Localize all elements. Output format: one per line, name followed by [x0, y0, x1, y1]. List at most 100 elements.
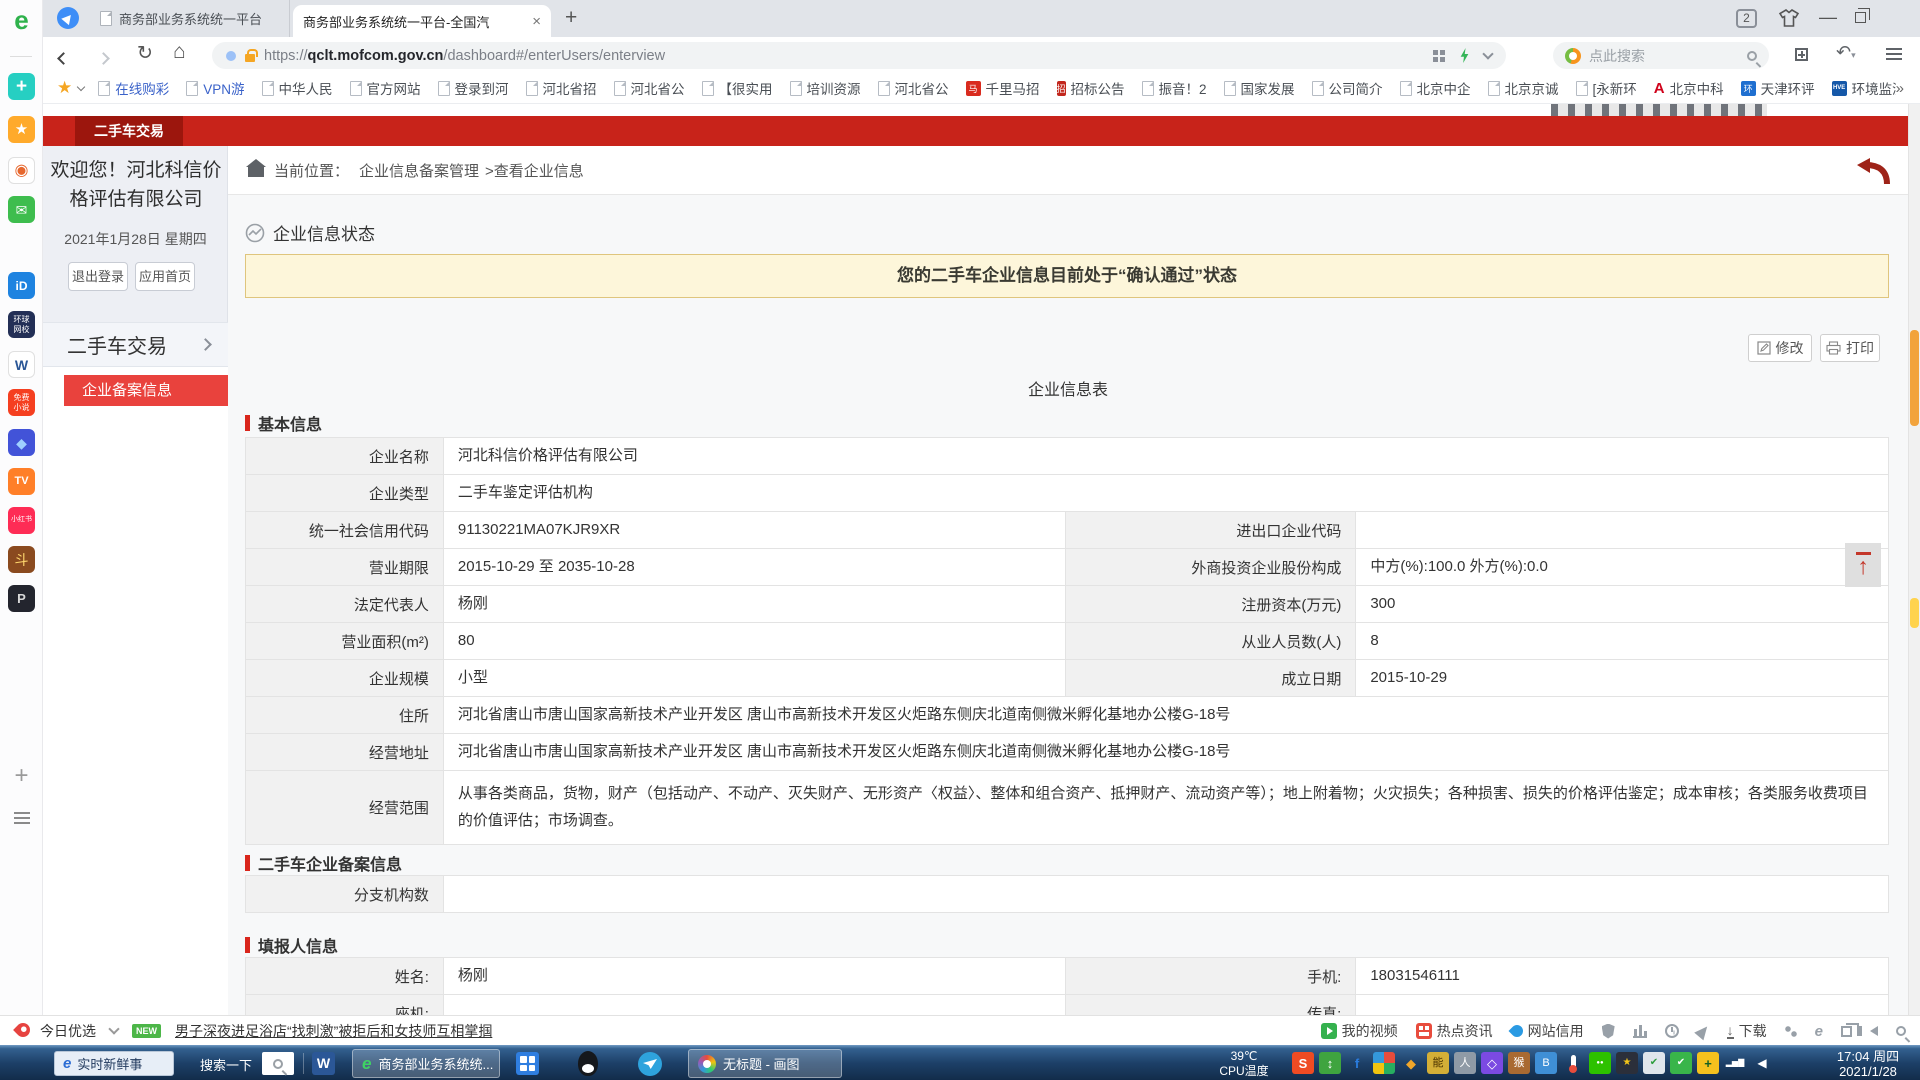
- logout-button[interactable]: 退出登录: [68, 262, 128, 291]
- word-doc-icon[interactable]: W: [8, 351, 35, 378]
- bookmark-item[interactable]: 国家发展: [1224, 78, 1295, 98]
- breadcrumb-section-link[interactable]: 企业信息备案管理: [359, 160, 479, 181]
- footprint-tool[interactable]: [1785, 1025, 1797, 1037]
- bookmark-item[interactable]: 北京中企: [1400, 78, 1471, 98]
- speed-mode-icon[interactable]: [1459, 48, 1470, 63]
- volume-icon[interactable]: ◀: [1751, 1052, 1773, 1074]
- history-clock-tool[interactable]: [1665, 1024, 1679, 1038]
- refresh-icon[interactable]: ↻: [137, 42, 153, 65]
- hot-news-tool[interactable]: 热点资讯: [1416, 1021, 1493, 1041]
- free-novel-icon[interactable]: 免费小说: [8, 389, 35, 416]
- minimize-window-icon[interactable]: —: [1819, 7, 1837, 28]
- flash-icon[interactable]: f: [1346, 1052, 1368, 1074]
- gem-icon[interactable]: ◆: [1400, 1052, 1422, 1074]
- bookmark-item[interactable]: 招招标公告: [1057, 78, 1125, 98]
- paint-taskbar-button[interactable]: 无标题 - 画图: [688, 1049, 842, 1078]
- return-back-icon[interactable]: [1854, 157, 1892, 192]
- shield-tool[interactable]: [1602, 1024, 1615, 1039]
- bookmark-item[interactable]: 河北省公: [878, 78, 949, 98]
- thermometer-icon[interactable]: [1562, 1052, 1584, 1074]
- bookmark-item[interactable]: A北京中科: [1654, 78, 1724, 98]
- wechat-icon[interactable]: ●●: [1589, 1052, 1611, 1074]
- app-home-button[interactable]: 应用首页: [135, 262, 195, 291]
- network-signal-icon[interactable]: ▂▅▇: [1724, 1052, 1746, 1074]
- today-picks-label[interactable]: 今日优选: [40, 1021, 96, 1041]
- app-grid-taskbar-icon[interactable]: [516, 1052, 539, 1075]
- news-headline-link[interactable]: 男子深夜进足浴店“找刺激”被拒后和女技师互相掌掴: [175, 1021, 492, 1041]
- usb-eject-icon[interactable]: ✔: [1643, 1052, 1665, 1074]
- usb-icon[interactable]: ↕: [1319, 1052, 1341, 1074]
- game2-app-icon[interactable]: 斗: [8, 546, 35, 573]
- bookmark-item[interactable]: 【很实用: [702, 78, 773, 98]
- sogou-input-icon[interactable]: S: [1292, 1052, 1314, 1074]
- back-icon[interactable]: [59, 50, 68, 68]
- ie-compat-tool[interactable]: e: [1815, 1024, 1823, 1039]
- close-tab-icon[interactable]: ×: [524, 13, 541, 30]
- print-button[interactable]: 打印: [1820, 334, 1880, 362]
- download-tool[interactable]: ↓下载: [1727, 1021, 1767, 1041]
- multiwindow-tool[interactable]: [1841, 1026, 1852, 1037]
- qq-taskbar-icon[interactable]: [578, 1051, 598, 1076]
- paint3d-icon[interactable]: ◇: [1481, 1052, 1503, 1074]
- security-center-icon[interactable]: [1373, 1052, 1395, 1074]
- bookmark-item[interactable]: 公司简介: [1312, 78, 1383, 98]
- qr-code-icon[interactable]: [1433, 50, 1445, 62]
- page-scrollbar[interactable]: [1908, 104, 1920, 1015]
- bookmark-item[interactable]: 培训资源: [790, 78, 861, 98]
- forward-icon[interactable]: [99, 50, 108, 68]
- amber-shield-icon[interactable]: +: [1697, 1052, 1719, 1074]
- health-app-icon[interactable]: +: [8, 73, 35, 100]
- bookmark-item[interactable]: 北京京诚: [1488, 78, 1559, 98]
- bookmark-item[interactable]: 登录到河: [438, 78, 509, 98]
- browser-tab-active[interactable]: 商务部业务系统统一平台-全国汽 ×: [293, 5, 551, 37]
- game-app-icon[interactable]: ◆: [8, 429, 35, 456]
- monkey-icon[interactable]: 猴: [1508, 1052, 1530, 1074]
- bookmark-item[interactable]: 官方网站: [350, 78, 421, 98]
- bookmark-item[interactable]: VPN游: [186, 78, 244, 98]
- mail-icon[interactable]: ✉: [8, 196, 35, 223]
- favorites-star-icon[interactable]: ★: [57, 78, 72, 98]
- taskbar-clock[interactable]: 17:04 周四 2021/1/28: [1820, 1049, 1916, 1079]
- search-icon[interactable]: [1747, 51, 1757, 61]
- chevron-down-icon[interactable]: [108, 1023, 119, 1034]
- site-credit-tool[interactable]: 网站信用: [1511, 1021, 1584, 1041]
- browser-360-logo-icon[interactable]: e: [8, 6, 35, 33]
- bookmark-item[interactable]: [永新环: [1576, 78, 1637, 98]
- find-tool[interactable]: [1896, 1026, 1906, 1036]
- back-to-top-button[interactable]: ↑: [1845, 543, 1881, 587]
- online-school-icon[interactable]: 环球网校: [8, 311, 35, 338]
- bookmark-item[interactable]: 环天津环评: [1741, 78, 1815, 98]
- bookmark-item[interactable]: 河北省招: [526, 78, 597, 98]
- add-app-icon[interactable]: +: [8, 762, 35, 789]
- gold-plate-icon[interactable]: 能: [1427, 1052, 1449, 1074]
- bookmark-item[interactable]: 在线购彩: [98, 78, 169, 98]
- browser-menu-icon[interactable]: [1886, 48, 1902, 50]
- assistant-icon[interactable]: 人: [1454, 1052, 1476, 1074]
- home-icon[interactable]: ⌂: [173, 40, 186, 64]
- news-feed-toolbar[interactable]: e 实时新鲜事: [54, 1051, 174, 1076]
- favorites-star-icon[interactable]: ★: [8, 116, 35, 143]
- taskbar-search-label[interactable]: 搜索一下: [200, 1055, 252, 1074]
- dock-menu-icon[interactable]: [8, 804, 35, 831]
- tab-count-badge[interactable]: 2: [1736, 9, 1757, 28]
- taskbar-search-box[interactable]: [262, 1052, 294, 1075]
- search-box[interactable]: 点此搜索: [1553, 42, 1769, 69]
- skin-theme-icon[interactable]: [1777, 8, 1801, 33]
- bookmark-item[interactable]: 马千里马招: [966, 78, 1040, 98]
- browser-tab[interactable]: 商务部业务系统统一平台: [90, 0, 290, 37]
- scrollbar-thumb[interactable]: [1910, 330, 1919, 426]
- id-app-icon[interactable]: iD: [8, 272, 35, 299]
- apps-grid-icon[interactable]: [1795, 48, 1808, 61]
- mute-speaker-tool[interactable]: [1870, 1026, 1878, 1036]
- browser-taskbar-button[interactable]: e 商务部业务系统统...: [352, 1049, 500, 1078]
- xiaohongshu-icon[interactable]: 小红书: [8, 507, 35, 534]
- rocket-tool[interactable]: [1697, 1025, 1709, 1038]
- app-box-icon[interactable]: ★: [1616, 1052, 1638, 1074]
- bookmark-item[interactable]: 振音！2: [1142, 78, 1207, 98]
- restore-window-icon[interactable]: [1855, 12, 1866, 23]
- bookmarks-overflow-button[interactable]: »: [1896, 80, 1920, 97]
- edit-button[interactable]: 修改: [1748, 334, 1812, 362]
- word-taskbar-icon[interactable]: W: [312, 1052, 335, 1075]
- bookmark-item[interactable]: 河北省公: [614, 78, 685, 98]
- chevron-down-icon[interactable]: [1482, 48, 1493, 59]
